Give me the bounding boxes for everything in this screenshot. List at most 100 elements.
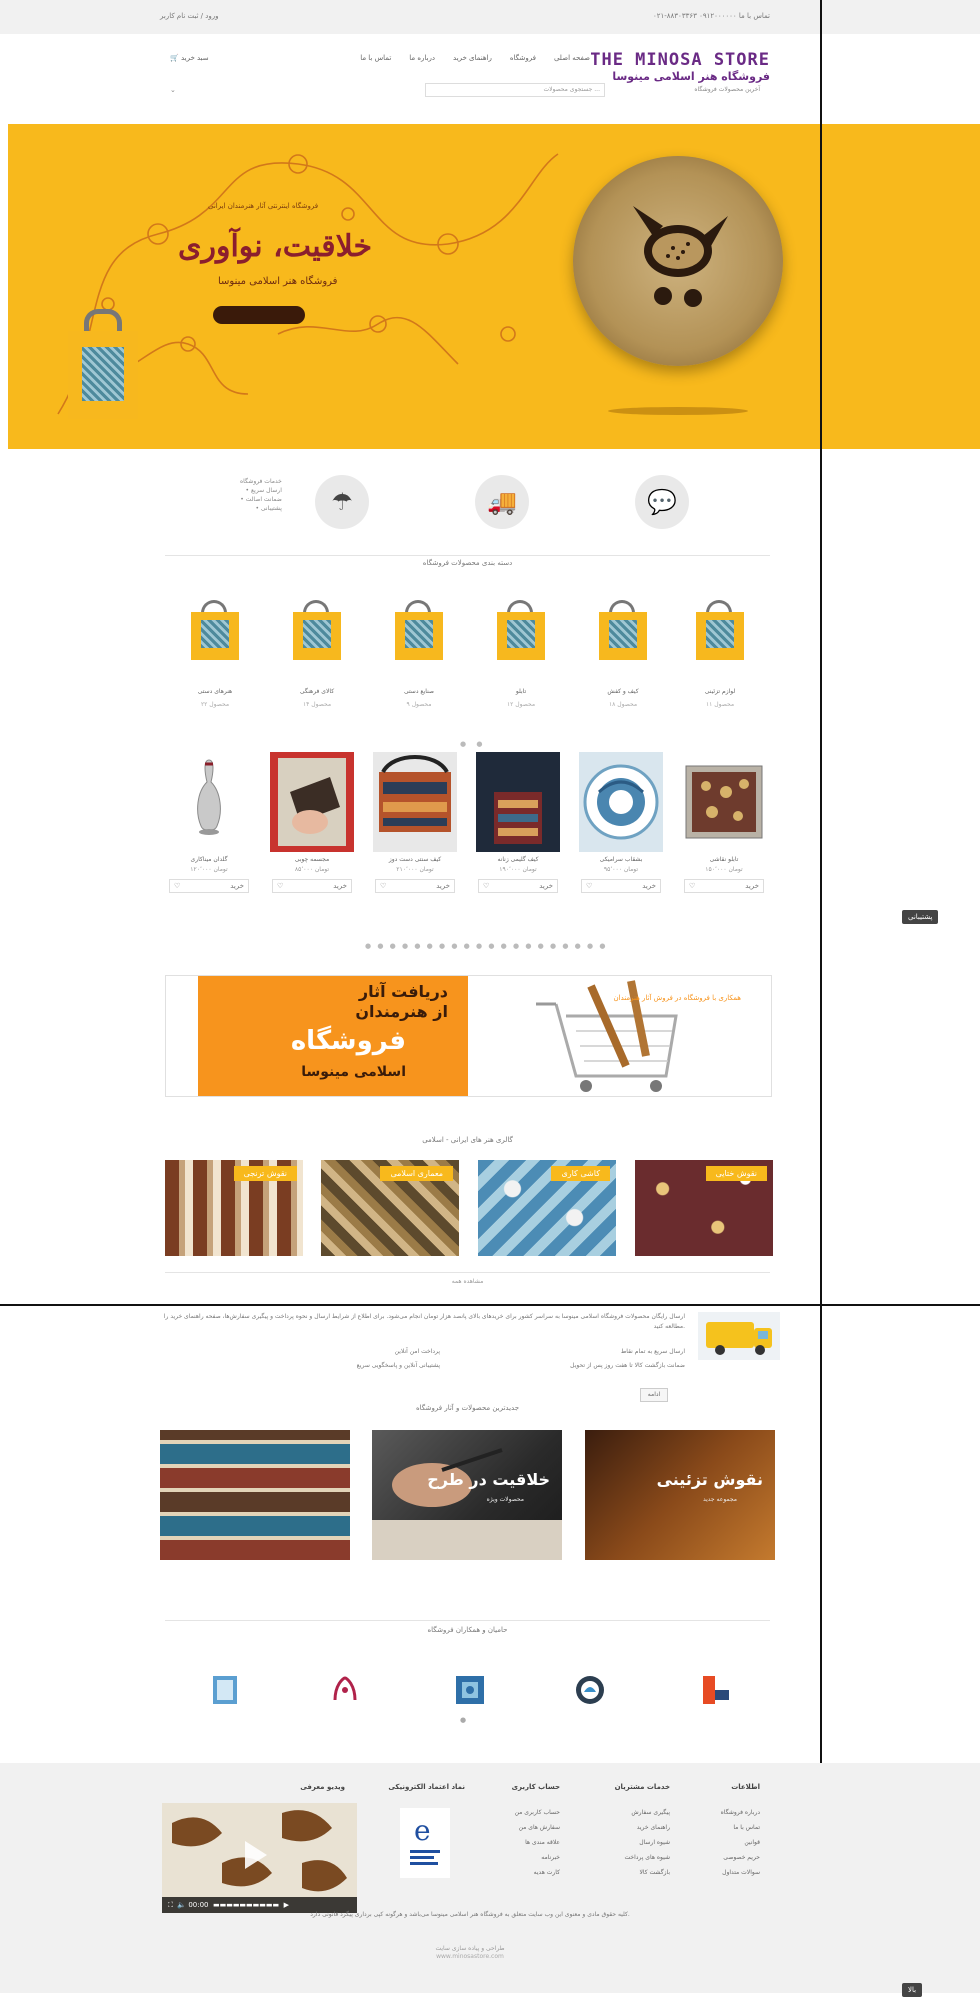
footer-link[interactable]: شیوه های پرداخت (615, 1854, 670, 1861)
divider (165, 555, 770, 556)
feature-banner[interactable]: نقوش تزئینی مجموعه جدید (585, 1430, 775, 1560)
footer-link[interactable]: حریم خصوصی (721, 1854, 760, 1861)
partner-logo[interactable] (205, 1670, 245, 1710)
footer-link[interactable]: سفارش های من (512, 1824, 560, 1831)
footer-link[interactable]: حساب کاربری من (512, 1809, 560, 1816)
product-image[interactable] (373, 752, 457, 852)
nav-item-about[interactable]: درباره ما (409, 54, 435, 62)
add-to-cart-bar[interactable]: ♡ خرید (581, 879, 661, 893)
product-carousel-pager[interactable]: ● ● ● ● ● ● ● ● ● ● ● ● ● ● ● ● ● ● ● ● (365, 942, 607, 950)
enamad-trust-badge[interactable]: e (400, 1808, 450, 1878)
partner-logo[interactable] (450, 1670, 490, 1710)
footer-link[interactable]: قوانین (721, 1839, 760, 1846)
footer-link[interactable]: سوالات متداول (721, 1869, 760, 1876)
footer-link[interactable]: علاقه مندی ها (512, 1839, 560, 1846)
category-carousel-dots[interactable]: ● ● (460, 740, 486, 748)
footer-link[interactable]: راهنمای خرید (615, 1824, 670, 1831)
promo-banner[interactable]: دریافت آثار از هنرمندان فروشگاه اسلامی م… (165, 975, 772, 1097)
nav-item-shop[interactable]: فروشگاه (510, 54, 536, 62)
product-card[interactable]: کیف گلیمی زنانه ۱۹۰٬۰۰۰ تومان ♡ خرید (474, 752, 562, 912)
add-to-cart-bar[interactable]: ♡ خرید (684, 879, 764, 893)
category-item[interactable]: لوازم تزئینی ۱۱ محصول (670, 600, 770, 708)
add-to-cart-bar[interactable]: ♡ خرید (375, 879, 455, 893)
nav-item-contact[interactable]: تماس با ما (360, 54, 391, 62)
menu-toggle-icon[interactable]: ⌄ (170, 86, 176, 94)
category-item[interactable]: کالای فرهنگی ۱۴ محصول (267, 600, 367, 708)
gallery-view-all[interactable]: مشاهده همه (165, 1278, 770, 1285)
category-count: ۱۴ محصول (302, 701, 332, 708)
search-input[interactable]: جستجوی محصولات ... (425, 83, 605, 97)
gallery-tile[interactable]: نقوش ترنجی (165, 1160, 303, 1256)
footer-link[interactable]: شیوه ارسال (615, 1839, 670, 1846)
add-to-cart-button[interactable]: خرید (333, 882, 347, 890)
play-icon[interactable] (245, 1841, 267, 1869)
category-item[interactable]: هنرهای دستی ۲۲ محصول (165, 600, 265, 708)
add-to-cart-bar[interactable]: ♡ خرید (478, 879, 558, 893)
gallery-tile[interactable]: معماری اسلامی (321, 1160, 459, 1256)
category-name: کیف و کفش (607, 688, 639, 695)
hero-cta-button[interactable] (213, 306, 305, 324)
product-card[interactable]: مجسمه چوبی ۸۵٬۰۰۰ تومان ♡ خرید (268, 752, 356, 912)
partners-carousel-dot[interactable]: ● (460, 1716, 466, 1724)
intro-video-player[interactable]: ⛶ 🔈 00:00 ▬▬▬▬▬▬▬▬▬▬ ▶ (162, 1803, 357, 1913)
nav-item-guide[interactable]: راهنمای خرید (453, 54, 492, 62)
category-item[interactable]: صنایع دستی ۹ محصول (369, 600, 469, 708)
product-card[interactable]: بشقاب سرامیکی ۹۵٬۰۰۰ تومان ♡ خرید (577, 752, 665, 912)
footer-link[interactable]: کارت هدیه (512, 1869, 560, 1876)
partner-logo[interactable] (325, 1670, 365, 1710)
add-to-cart-bar[interactable]: ♡ خرید (272, 879, 352, 893)
add-to-cart-button[interactable]: خرید (642, 882, 656, 890)
gallery-tile[interactable]: کاشی کاری (478, 1160, 616, 1256)
product-card[interactable]: گلدان میناکاری ۱۲۰٬۰۰۰ تومان ♡ خرید (165, 752, 253, 912)
promo-line4: اسلامی مینوسا (301, 1064, 406, 1080)
wishlist-icon[interactable]: ♡ (277, 882, 283, 890)
footer-link[interactable]: درباره فروشگاه (721, 1809, 760, 1816)
back-to-top-button[interactable]: بالا (902, 1983, 923, 1997)
partner-logo[interactable] (570, 1670, 610, 1710)
product-card[interactable]: تابلو نقاشی ۱۵۰٬۰۰۰ تومان ♡ خرید (680, 752, 768, 912)
fullscreen-icon[interactable]: ⛶ (168, 1901, 173, 1909)
wishlist-icon[interactable]: ♡ (483, 882, 489, 890)
footer-link[interactable]: بازگشت کالا (615, 1869, 670, 1876)
cart-button[interactable]: 🛒 سبد خرید (170, 54, 209, 62)
play-button-icon[interactable]: ▶ (281, 1901, 289, 1909)
site-logo[interactable]: THE MINOSA STORE فروشگاه هنر اسلامی مینو… (590, 50, 770, 83)
footer-link[interactable]: خبرنامه (512, 1854, 560, 1861)
nav-item-home[interactable]: صفحه اصلی (554, 54, 590, 62)
category-item[interactable]: کیف و کفش ۱۸ محصول (573, 600, 673, 708)
plate-shadow (608, 407, 748, 415)
add-to-cart-button[interactable]: خرید (539, 882, 553, 890)
add-to-cart-bar[interactable]: ♡ خرید (169, 879, 249, 893)
product-image[interactable] (682, 752, 766, 852)
gallery-tile-label: نقوش ختایی (705, 1166, 767, 1181)
wishlist-icon[interactable]: ♡ (380, 882, 386, 890)
footer-link[interactable]: پیگیری سفارش (615, 1809, 670, 1816)
wishlist-icon[interactable]: ♡ (174, 882, 180, 890)
add-to-cart-button[interactable]: خرید (436, 882, 450, 890)
product-image[interactable] (167, 752, 251, 852)
partner-logo[interactable] (695, 1670, 735, 1710)
umbrella-icon: ☂ (315, 475, 369, 529)
gallery-tile[interactable]: نقوش ختایی (635, 1160, 773, 1256)
feature-banner[interactable] (160, 1430, 350, 1560)
product-image[interactable] (476, 752, 560, 852)
volume-icon[interactable]: 🔈 (175, 1901, 186, 1909)
product-image[interactable] (579, 752, 663, 852)
banners-title: جدیدترین محصولات و آثار فروشگاه (415, 1404, 520, 1412)
add-to-cart-button[interactable]: خرید (230, 882, 244, 890)
wishlist-icon[interactable]: ♡ (689, 882, 695, 890)
product-price: ۱۹۰٬۰۰۰ تومان (499, 866, 537, 873)
category-item[interactable]: تابلو ۱۲ محصول (471, 600, 571, 708)
continue-button[interactable]: ادامه (640, 1388, 668, 1402)
footer-link[interactable]: تماس با ما (721, 1824, 760, 1831)
add-to-cart-button[interactable]: خرید (745, 882, 759, 890)
video-progress-bar[interactable]: ▬▬▬▬▬▬▬▬▬▬ (211, 1901, 279, 1909)
product-card[interactable]: کیف سنتی دست دوز ۲۱۰٬۰۰۰ تومان ♡ خرید (371, 752, 459, 912)
support-tab[interactable]: پشتیبانی (902, 910, 939, 924)
product-name: کیف گلیمی زنانه (497, 856, 539, 863)
login-link[interactable]: ورود / ثبت نام کاربر (160, 12, 219, 20)
feature-banner[interactable]: خلاقیت در طرح محصولات ویژه (372, 1430, 562, 1560)
wishlist-icon[interactable]: ♡ (586, 882, 592, 890)
product-image[interactable] (270, 752, 354, 852)
hero-banner[interactable]: فروشگاه اینترنتی آثار هنرمندان ایرانی خل… (8, 124, 820, 449)
